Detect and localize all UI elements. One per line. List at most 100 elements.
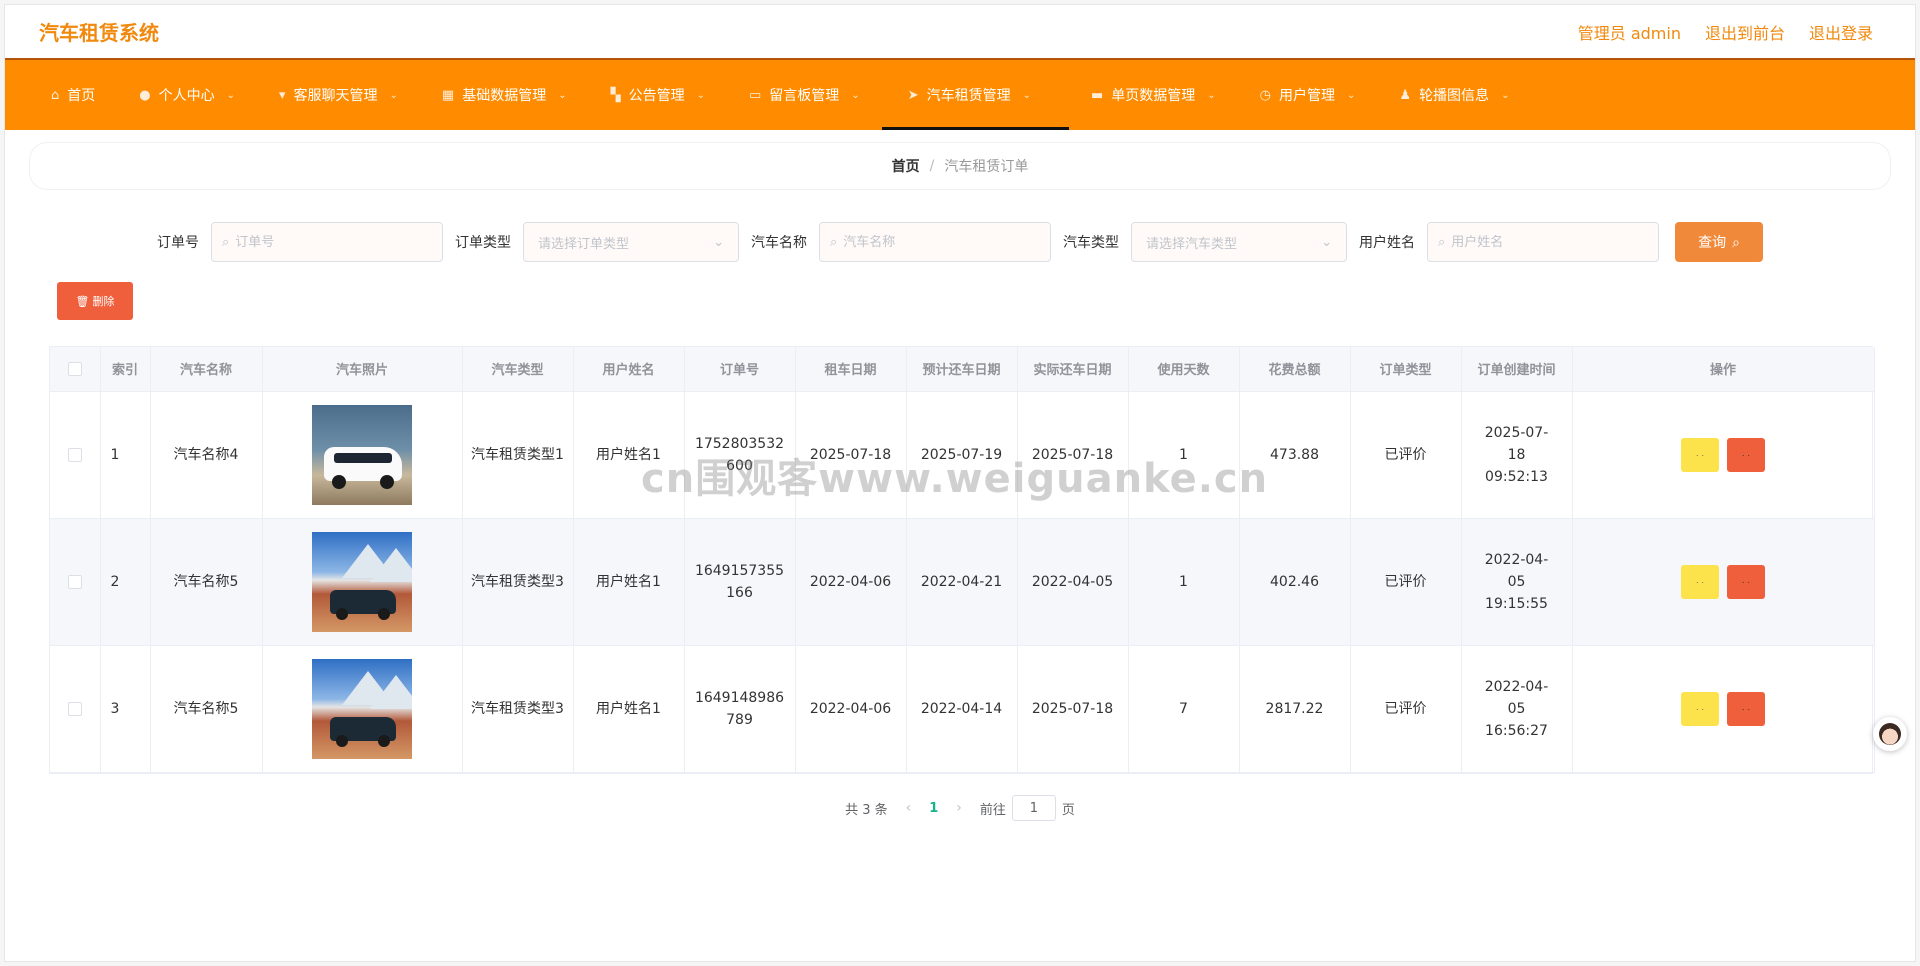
column-header: 使用天数 <box>1128 347 1240 392</box>
cell-index: 3 <box>100 645 151 773</box>
nav-item-notice[interactable]: ▚ 公告管理 ⌄ <box>589 60 727 130</box>
top-bar: 汽车租赁系统 管理员 admin 退出到前台 退出登录 <box>5 5 1915 60</box>
cell-order-type: 已评价 <box>1350 391 1462 519</box>
nav-label: 个人中心 <box>158 88 215 104</box>
chevron-left-icon[interactable]: ‹ <box>906 800 912 816</box>
car-photo-image[interactable] <box>312 658 412 759</box>
edit-button[interactable]: · · <box>1681 564 1719 599</box>
cell-car-name: 汽车名称4 <box>150 391 263 519</box>
mountain-shape <box>370 674 412 709</box>
order-no-field[interactable]: ⌕ <box>211 222 443 262</box>
column-header: 实际还车日期 <box>1017 347 1129 392</box>
page-number[interactable]: 1 <box>929 801 938 816</box>
column-header: 汽车照片 <box>262 347 463 392</box>
brand-title: 汽车租赁系统 <box>39 21 159 45</box>
nav-item-basic-data[interactable]: ▦ 基础数据管理 ⌄ <box>420 60 589 130</box>
table-row: 3 汽车名称5 汽车租赁类型3 用户姓名1 1649148986789 2022… <box>50 645 1875 773</box>
row-checkbox[interactable] <box>67 701 82 716</box>
delete-row-button[interactable]: · · <box>1727 437 1765 472</box>
mountain-shape <box>370 547 412 582</box>
navigation-icon: ➤ <box>907 87 919 103</box>
wheel-shape <box>378 734 390 747</box>
cell-expected-return: 2022-04-14 <box>906 645 1018 773</box>
row-checkbox[interactable] <box>67 574 82 589</box>
logout-link[interactable]: 退出登录 <box>1809 20 1873 44</box>
search-icon: ⌕ <box>1438 234 1446 250</box>
goto-page-input[interactable] <box>1011 795 1056 821</box>
cell-operations: · · · · <box>1572 645 1875 773</box>
nav-item-personal-center[interactable]: ● 个人中心 ⌄ <box>117 60 257 130</box>
breadcrumb-home[interactable]: 首页 <box>892 156 920 176</box>
car-type-select[interactable]: 请选择汽车类型 ⌄ <box>1131 222 1347 262</box>
nav-item-home[interactable]: ⌂ 首页 <box>29 60 117 130</box>
breadcrumb-current: 汽车租赁订单 <box>944 159 1029 175</box>
select-all-header[interactable] <box>50 347 101 392</box>
admin-label[interactable]: 管理员 admin <box>1578 20 1681 44</box>
query-button-label: 查询 <box>1698 234 1727 250</box>
column-header: 租车日期 <box>795 347 907 392</box>
delete-row-button[interactable]: · · <box>1727 691 1765 726</box>
cell-car-photo <box>262 645 463 773</box>
cell-days: 1 <box>1128 518 1240 646</box>
search-icon: ⌕ <box>222 234 230 250</box>
nav-label: 公告管理 <box>628 88 685 104</box>
cell-rent-date: 2022-04-06 <box>795 518 907 646</box>
select-all-checkbox[interactable] <box>67 361 82 376</box>
order-type-select[interactable]: 请选择订单类型 ⌄ <box>523 222 739 262</box>
user-name-input[interactable] <box>1451 234 1648 250</box>
chevron-right-icon[interactable]: › <box>956 800 962 816</box>
delete-row-button[interactable]: · · <box>1727 564 1765 599</box>
cell-expected-return: 2022-04-21 <box>906 518 1018 646</box>
edit-button[interactable]: · · <box>1681 437 1719 472</box>
cell-total: 402.46 <box>1239 518 1351 646</box>
chevron-down-icon: ⌄ <box>713 234 724 250</box>
nav-item-chat[interactable]: ▾ 客服聊天管理 ⌄ <box>257 60 420 130</box>
grid-icon: ▦ <box>441 87 455 103</box>
chevron-down-icon: ⌄ <box>558 89 567 101</box>
top-links: 管理员 admin 退出到前台 退出登录 <box>1578 20 1873 44</box>
chevron-down-icon: ⌄ <box>1501 89 1510 101</box>
car-name-field[interactable]: ⌕ <box>819 222 1051 262</box>
cell-order-type: 已评价 <box>1350 518 1462 646</box>
column-header: 索引 <box>100 347 151 392</box>
wheel-shape <box>378 607 390 620</box>
row-checkbox[interactable] <box>67 447 82 462</box>
cell-user-name: 用户姓名1 <box>573 391 685 519</box>
home-icon: ⌂ <box>51 87 60 103</box>
nav-item-user-management[interactable]: ◷ 用户管理 ⌄ <box>1238 60 1378 130</box>
nav-item-single-page[interactable]: ▬ 单页数据管理 ⌄ <box>1069 60 1238 130</box>
car-name-input[interactable] <box>843 234 1040 250</box>
order-no-input[interactable] <box>235 234 432 250</box>
cell-car-photo <box>262 518 463 646</box>
query-button[interactable]: 查询 ⌕ <box>1675 222 1763 262</box>
van-window-shape <box>334 452 392 463</box>
cell-car-name: 汽车名称5 <box>150 518 263 646</box>
chat-avatar-button[interactable] <box>1873 717 1907 751</box>
cell-actual-return: 2022-04-05 <box>1017 518 1129 646</box>
cell-expected-return: 2025-07-19 <box>906 391 1018 519</box>
edit-button[interactable]: · · <box>1681 691 1719 726</box>
goto-suffix: 页 <box>1061 802 1075 818</box>
nav-item-carousel[interactable]: ♟ 轮播图信息 ⌄ <box>1377 60 1531 130</box>
chevron-down-icon: ⌄ <box>1321 234 1332 250</box>
cell-rent-date: 2025-07-18 <box>795 391 907 519</box>
app-frame: 汽车租赁系统 管理员 admin 退出到前台 退出登录 ⌂ 首页 ● 个人中心 … <box>4 4 1916 962</box>
nav-item-message-board[interactable]: ▭ 留言板管理 ⌄ <box>727 60 882 130</box>
cell-created: 2022-04-05 19:15:55 <box>1461 518 1573 646</box>
pagination-goto: 前往 页 <box>980 795 1075 821</box>
cell-car-type: 汽车租赁类型1 <box>462 391 574 519</box>
order-no-label: 订单号 <box>157 235 199 251</box>
cell-rent-date: 2022-04-06 <box>795 645 907 773</box>
wheel-shape <box>336 734 348 747</box>
apps-icon: ▚ <box>610 87 621 103</box>
exit-to-front-link[interactable]: 退出到前台 <box>1705 20 1785 44</box>
chevron-down-icon: ⌄ <box>1347 89 1356 101</box>
nav-item-car-rental[interactable]: ➤ 汽车租赁管理 ⌄ <box>881 60 1070 130</box>
batch-delete-button[interactable]: 🗑 删除 <box>57 282 133 320</box>
car-photo-image[interactable] <box>312 404 412 505</box>
column-header: 汽车名称 <box>150 347 263 392</box>
user-name-field[interactable]: ⌕ <box>1427 222 1659 262</box>
car-photo-image[interactable] <box>312 531 412 632</box>
column-header: 订单创建时间 <box>1461 347 1573 392</box>
user-name-label: 用户姓名 <box>1359 235 1415 251</box>
